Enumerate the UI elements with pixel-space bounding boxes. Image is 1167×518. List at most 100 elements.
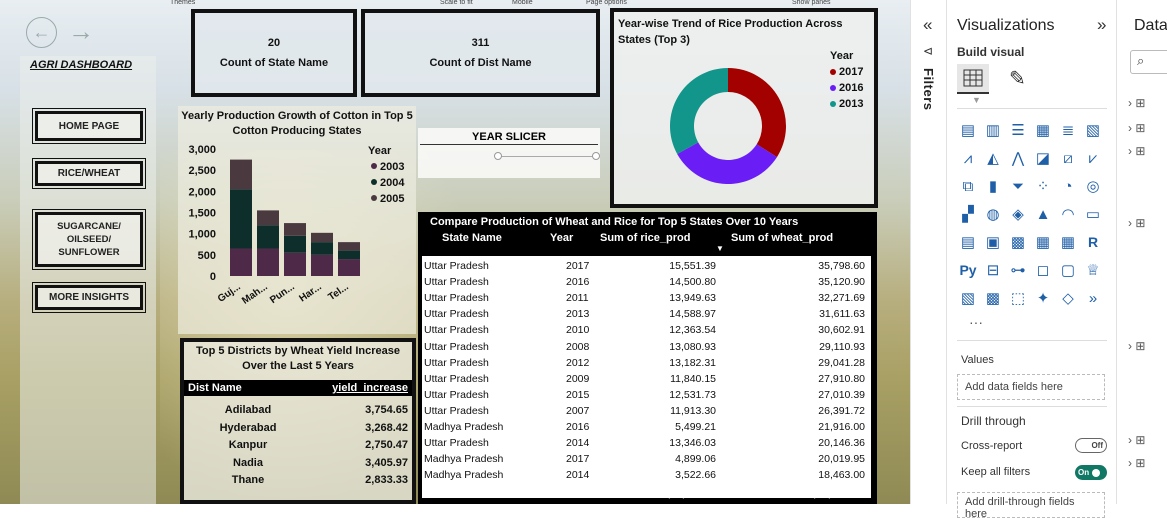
map-icon[interactable]: ◍: [982, 203, 1004, 225]
scatter-icon[interactable]: ⁘: [1032, 175, 1054, 197]
cross-report-toggle[interactable]: Off: [1075, 438, 1107, 453]
r-visual-icon[interactable]: R: [1082, 231, 1104, 253]
paginated-icon[interactable]: ▧: [957, 287, 979, 309]
smart-icon[interactable]: ✦: [1032, 287, 1054, 309]
multi-card-icon[interactable]: ▤: [957, 231, 979, 253]
table-row[interactable]: Uttar Pradesh 2017 15,551.39 35,798.60: [422, 258, 871, 274]
power-apps-icon[interactable]: ▩: [982, 287, 1004, 309]
back-arrow-icon[interactable]: ←: [26, 17, 57, 48]
table-expand-icon[interactable]: › ⊞: [1128, 144, 1145, 158]
table-row[interactable]: Uttar Pradesh 2012 13,182.31 29,041.28: [422, 355, 871, 371]
python-visual-icon[interactable]: Py: [957, 259, 979, 281]
wheat-rice-table-panel[interactable]: Compare Production of Wheat and Rice for…: [418, 212, 877, 504]
chevron-icon[interactable]: »: [1082, 287, 1104, 309]
table-icon[interactable]: ▦: [1032, 231, 1054, 253]
filled-map-icon[interactable]: ◈: [1007, 203, 1029, 225]
table-row[interactable]: Uttar Pradesh 2016 14,500.80 35,120.90: [422, 274, 871, 290]
narrative-icon[interactable]: ▢: [1057, 259, 1079, 281]
table-row[interactable]: Hyderabad 3,268.42: [184, 422, 412, 438]
keep-filters-toggle[interactable]: On: [1075, 465, 1107, 480]
collapse-icon[interactable]: «: [923, 15, 932, 35]
slicer-end-handle[interactable]: [592, 152, 600, 160]
matrix-icon[interactable]: ▦: [1057, 231, 1079, 253]
table-row[interactable]: Uttar Pradesh 2010 12,363.54 30,602.91: [422, 322, 871, 338]
donut-chart-icon[interactable]: ◎: [1082, 175, 1104, 197]
slicer-start-handle[interactable]: [494, 152, 502, 160]
treemap-icon[interactable]: ▞: [957, 203, 979, 225]
column-state-name[interactable]: State Name: [442, 232, 502, 244]
table-row[interactable]: Adilabad 3,754.65: [184, 404, 412, 420]
rice-wheat-button[interactable]: RICE/WHEAT: [32, 158, 146, 189]
line-chart-icon[interactable]: ⩘: [957, 147, 979, 169]
100-column-icon[interactable]: ▧: [1082, 119, 1104, 141]
kpi-icon[interactable]: ▣: [982, 231, 1004, 253]
legend-item[interactable]: 2017: [830, 64, 863, 80]
table-row[interactable]: Madhya Pradesh 2017 4,899.06 20,019.95: [422, 451, 871, 467]
gauge-icon[interactable]: ◠: [1057, 203, 1079, 225]
table-row[interactable]: Thane 2,833.33: [184, 474, 412, 490]
clustered-bar-icon[interactable]: ☰: [1007, 119, 1029, 141]
card-icon[interactable]: ▭: [1082, 203, 1104, 225]
drill-through-drop-zone[interactable]: Add drill-through fields here: [957, 492, 1105, 518]
values-drop-zone[interactable]: Add data fields here: [957, 374, 1105, 400]
100-bar-icon[interactable]: ≣: [1057, 119, 1079, 141]
more-insights-button[interactable]: MORE INSIGHTS: [32, 282, 146, 313]
more-visuals-icon[interactable]: ···: [969, 314, 983, 330]
stacked-column-icon[interactable]: ▥: [982, 119, 1004, 141]
home-page-button[interactable]: HOME PAGE: [32, 108, 146, 144]
goals-icon[interactable]: ♕: [1082, 259, 1104, 281]
year-slicer[interactable]: YEAR SLICER: [418, 128, 600, 178]
table-visual-icon[interactable]: [957, 64, 989, 94]
table-row[interactable]: Kanpur 2,750.47: [184, 439, 412, 455]
stacked-area-icon[interactable]: ⋀: [1007, 147, 1029, 169]
rice-donut-panel[interactable]: Year-wise Trend of Rice Production Acros…: [610, 8, 878, 208]
cotton-chart-panel[interactable]: Yearly Production Growth of Cotton in To…: [178, 106, 416, 334]
slicer-track[interactable]: [498, 156, 598, 157]
format-visual-icon[interactable]: ✎: [1009, 66, 1026, 91]
azure-map-icon[interactable]: ▲: [1032, 203, 1054, 225]
table-row[interactable]: Uttar Pradesh 2015 12,531.73 27,010.39: [422, 387, 871, 403]
filters-strip[interactable]: « ⊲ Filters: [911, 0, 947, 504]
table-row[interactable]: Uttar Pradesh 2011 13,949.63 32,271.69: [422, 290, 871, 306]
expand-icon[interactable]: »: [1097, 15, 1106, 35]
sort-desc-icon[interactable]: ▼: [716, 244, 724, 253]
table-expand-icon[interactable]: › ⊞: [1128, 433, 1145, 447]
key-influencers-icon[interactable]: ⊟: [982, 259, 1004, 281]
diamond-icon[interactable]: ◇: [1057, 287, 1079, 309]
stacked-bar-icon[interactable]: ▤: [957, 119, 979, 141]
districts-table-panel[interactable]: Top 5 Districts by Wheat Yield Increase …: [180, 338, 416, 504]
table-expand-icon[interactable]: › ⊞: [1128, 339, 1145, 353]
area-chart-icon[interactable]: ◭: [982, 147, 1004, 169]
decomp-tree-icon[interactable]: ⊶: [1007, 259, 1029, 281]
table-expand-icon[interactable]: › ⊞: [1128, 456, 1145, 470]
line-column-icon[interactable]: ◪: [1032, 147, 1054, 169]
qa-icon[interactable]: ◻: [1032, 259, 1054, 281]
table-row[interactable]: Uttar Pradesh 2008 13,080.93 29,110.93: [422, 339, 871, 355]
slicer-icon[interactable]: ▩: [1007, 231, 1029, 253]
pie-chart-icon[interactable]: ◔: [1057, 175, 1079, 197]
scatter-column-icon[interactable]: ▮: [982, 175, 1004, 197]
table-row[interactable]: Uttar Pradesh 2009 11,840.15 27,910.80: [422, 371, 871, 387]
waterfall-icon[interactable]: ⧉: [957, 175, 979, 197]
legend-item[interactable]: 2013: [830, 96, 863, 112]
legend-item[interactable]: 2016: [830, 80, 863, 96]
table-row[interactable]: Uttar Pradesh 2013 14,588.97 31,611.63: [422, 306, 871, 322]
ribbon-chart-icon[interactable]: ⩗: [1082, 147, 1104, 169]
table-row[interactable]: Madhya Pradesh 2014 3,522.66 18,463.00: [422, 467, 871, 483]
table-row[interactable]: Madhya Pradesh 2016 5,499.21 21,916.00: [422, 419, 871, 435]
column-rice-prod[interactable]: Sum of rice_prod: [600, 232, 690, 244]
table-expand-icon[interactable]: › ⊞: [1128, 216, 1145, 230]
filters-label[interactable]: Filters: [921, 68, 936, 111]
column-year[interactable]: Year: [550, 232, 573, 244]
funnel-icon[interactable]: ⏷: [1007, 175, 1029, 197]
line-clustered-icon[interactable]: ⧄: [1057, 147, 1079, 169]
column-wheat-prod[interactable]: Sum of wheat_prod: [731, 232, 833, 244]
sugarcane-oilseed-sunflower-button[interactable]: SUGARCANE/ OILSEED/ SUNFLOWER: [32, 209, 146, 270]
table-row[interactable]: Uttar Pradesh 2014 13,346.03 20,146.36: [422, 435, 871, 451]
table-row[interactable]: Nadia 3,405.97: [184, 457, 412, 473]
power-automate-icon[interactable]: ⬚: [1007, 287, 1029, 309]
table-expand-icon[interactable]: › ⊞: [1128, 121, 1145, 135]
table-expand-icon[interactable]: › ⊞: [1128, 96, 1145, 110]
clustered-column-icon[interactable]: ▦: [1032, 119, 1054, 141]
forward-arrow-icon[interactable]: →: [68, 18, 94, 44]
